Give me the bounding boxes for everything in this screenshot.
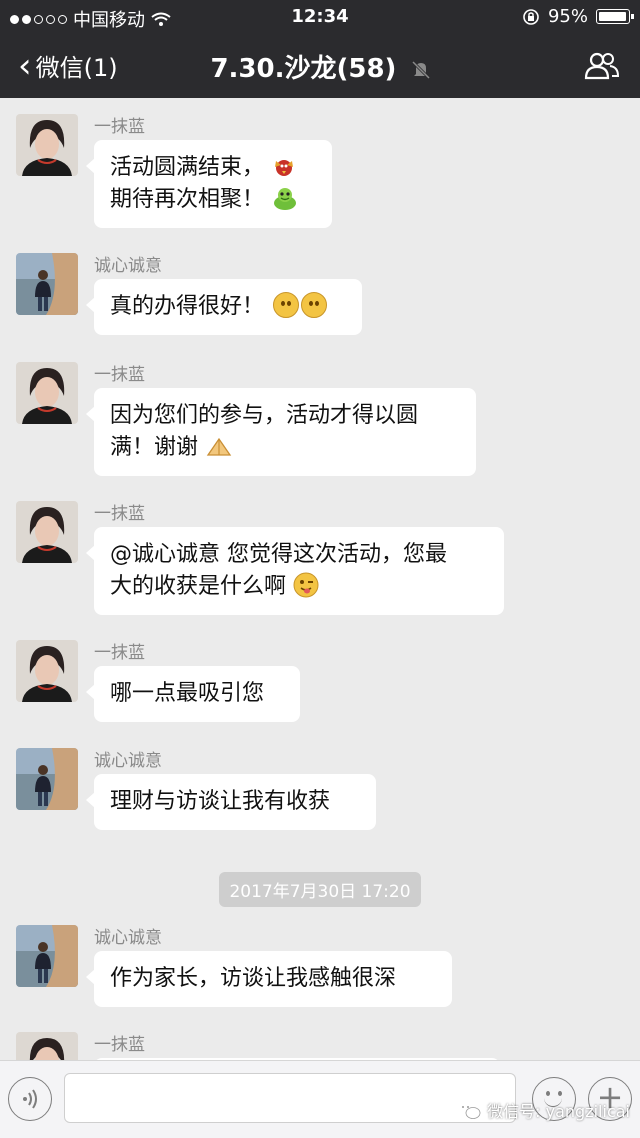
- message-bubble[interactable]: 作为家长，访谈让我感触很深: [86, 951, 452, 1007]
- message-text: 作为家长，访谈让我感触很深: [110, 966, 397, 991]
- sender-name: 一抹蓝: [94, 365, 145, 385]
- message-bubble[interactable]: 哪一点最吸引您: [86, 666, 300, 722]
- smile-emoji-icon: [273, 292, 300, 318]
- frog-sticker-icon: [274, 188, 297, 210]
- message-bubble[interactable]: 真的办得很好！: [86, 279, 362, 335]
- group-members-icon[interactable]: [584, 52, 620, 84]
- message-text: 因为您们的参与，活动才得以圆: [110, 403, 419, 428]
- message-text: 哪一点最吸引您: [110, 681, 265, 706]
- timestamp: 2017年7月30日 17:20: [0, 872, 640, 907]
- avatar[interactable]: [16, 1032, 78, 1060]
- mute-bell-icon: [411, 60, 430, 79]
- message-bubble[interactable]: 因为您们的参与，活动才得以圆 满！谢谢: [86, 388, 476, 476]
- smile-emoji-icon: [301, 292, 328, 318]
- sender-name: 一抹蓝: [94, 117, 145, 137]
- bird-sticker-icon: [275, 160, 294, 176]
- avatar[interactable]: [16, 748, 78, 810]
- sender-name: 诚心诚意: [94, 751, 162, 771]
- voice-input-button[interactable]: [8, 1077, 52, 1121]
- message-bubble[interactable]: @诚心诚意 您觉得这次活动，您最 大的收获是什么啊: [86, 527, 504, 615]
- battery-percent: 95%: [547, 6, 588, 27]
- message-bubble[interactable]: 活动圆满结束， 期待再次相聚！: [86, 140, 332, 228]
- sender-name: 诚心诚意: [94, 928, 162, 948]
- avatar[interactable]: [16, 114, 78, 176]
- avatar[interactable]: [16, 925, 78, 987]
- avatar[interactable]: [16, 640, 78, 702]
- praying-hands-emoji-icon: [206, 437, 232, 456]
- chat-title: 7.30.沙龙(58): [210, 54, 397, 84]
- message-bubble[interactable]: 理财与访谈让我有收获: [86, 774, 376, 830]
- avatar[interactable]: [16, 253, 78, 315]
- battery-icon: [596, 9, 634, 24]
- nav-bar: ‹ 微信(1) 7.30.沙龙(58): [0, 34, 640, 98]
- message-text: 大的收获是什么啊: [110, 574, 287, 599]
- message-text: 活动圆满结束，: [110, 155, 265, 180]
- orientation-lock-icon: [523, 8, 539, 25]
- message-input[interactable]: [64, 1073, 516, 1123]
- voice-wave-icon: [23, 1089, 37, 1109]
- message-text: 真的办得很好！: [110, 294, 265, 319]
- chat-area[interactable]: 一抹蓝 活动圆满结束， 期待再次相聚！ 诚心诚意 真的办得很好！ 一抹蓝 因为您…: [0, 98, 640, 1060]
- message-text: 期待再次相聚！: [110, 187, 265, 212]
- message-text: @诚心诚意 您觉得这次活动，您最: [110, 542, 447, 567]
- sender-name: 诚心诚意: [94, 256, 162, 276]
- sender-name: 一抹蓝: [94, 643, 145, 663]
- watermark: 微信号: yangzilicai: [457, 1098, 630, 1122]
- message-text: 满！谢谢: [110, 435, 199, 460]
- status-bar: 中国移动 12:34 95%: [0, 0, 640, 34]
- avatar[interactable]: [16, 362, 78, 424]
- avatar[interactable]: [16, 501, 78, 563]
- sender-name: 一抹蓝: [94, 1035, 145, 1055]
- message-text: 理财与访谈让我有收获: [110, 789, 331, 814]
- sender-name: 一抹蓝: [94, 504, 145, 524]
- wechat-logo-icon: [458, 1101, 481, 1119]
- wink-tongue-emoji-icon: [293, 572, 319, 598]
